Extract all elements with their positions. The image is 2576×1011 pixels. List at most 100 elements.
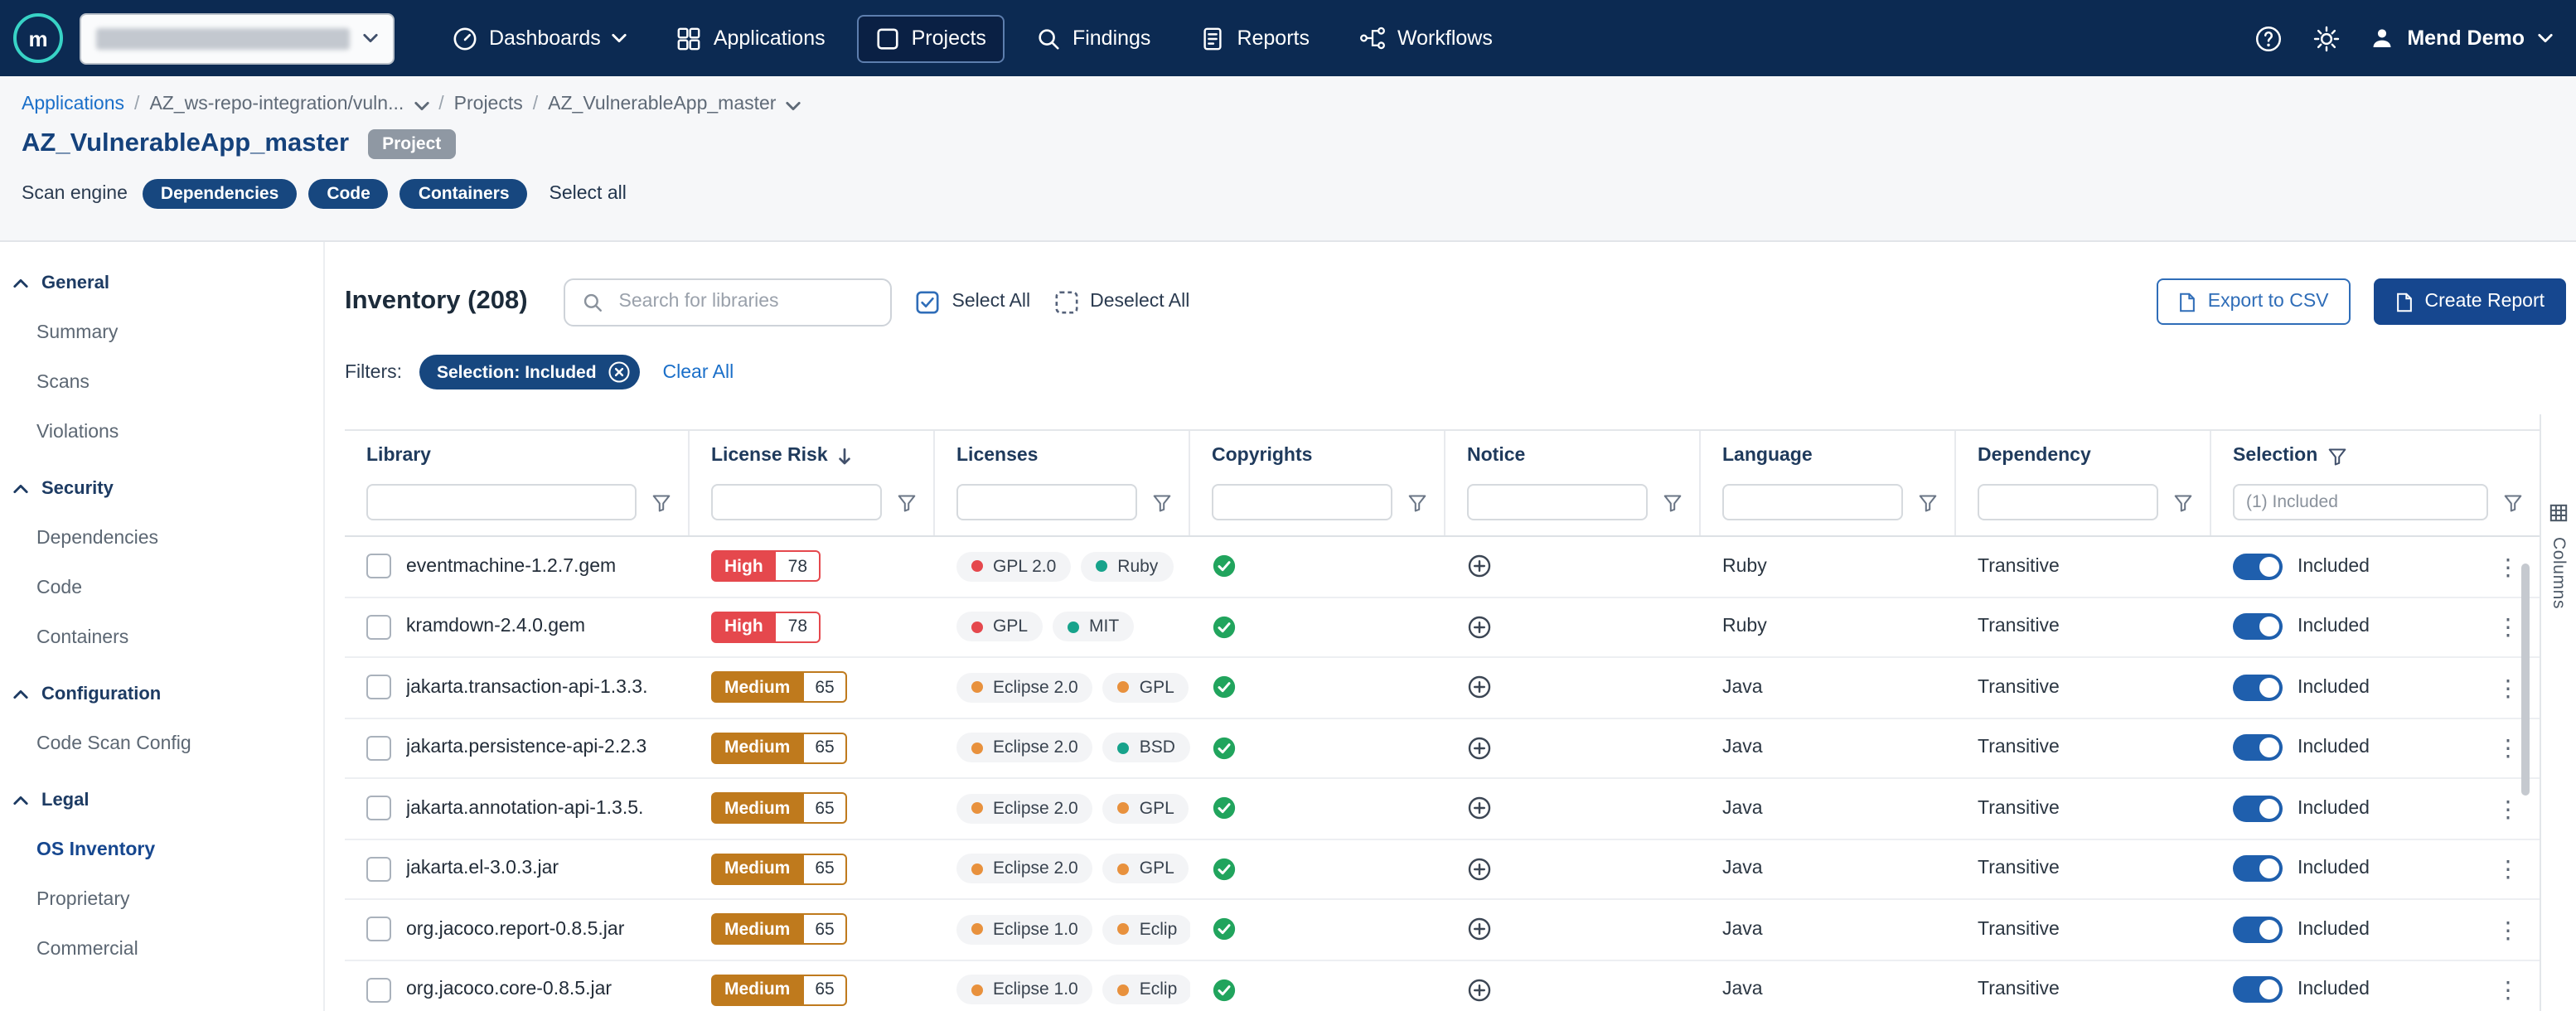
license-chip[interactable]: MIT: [1053, 612, 1134, 642]
column-header-language[interactable]: Language: [1701, 431, 1956, 479]
kebab-menu-icon[interactable]: ⋮: [2496, 676, 2520, 699]
copyright-check-icon[interactable]: [1212, 917, 1237, 942]
gear-icon[interactable]: [2312, 24, 2341, 52]
library-name[interactable]: org.jacoco.report-0.8.5.jar: [406, 920, 624, 940]
filter-funnel-icon[interactable]: [2503, 493, 2523, 511]
sidebar-section-header-general[interactable]: General: [0, 259, 323, 308]
notice-add-icon[interactable]: [1467, 796, 1492, 821]
sidebar-item-dependencies[interactable]: Dependencies: [0, 514, 323, 564]
column-header-notice[interactable]: Notice: [1445, 431, 1701, 479]
column-header-dependency[interactable]: Dependency: [1956, 431, 2211, 479]
license-chip[interactable]: Eclip: [1103, 975, 1190, 1005]
nav-item-findings[interactable]: Findings: [1018, 14, 1169, 62]
include-toggle[interactable]: [2233, 735, 2283, 762]
row-checkbox[interactable]: [366, 917, 391, 942]
row-checkbox[interactable]: [366, 554, 391, 579]
copyright-check-icon[interactable]: [1212, 675, 1237, 700]
filter-funnel-icon[interactable]: [651, 493, 671, 511]
copyright-check-icon[interactable]: [1212, 857, 1237, 882]
sidebar-item-containers[interactable]: Containers: [0, 613, 323, 663]
license-chip[interactable]: Eclipse 1.0: [956, 975, 1093, 1005]
kebab-menu-icon[interactable]: ⋮: [2496, 737, 2520, 760]
include-toggle[interactable]: [2233, 554, 2283, 580]
sidebar-section-header-legal[interactable]: Legal: [0, 776, 323, 825]
search-input[interactable]: [616, 290, 874, 313]
user-menu[interactable]: Mend Demo: [2370, 27, 2553, 50]
filter-funnel-icon[interactable]: [1918, 493, 1938, 511]
notice-add-icon[interactable]: [1467, 978, 1492, 1003]
notice-filter-input[interactable]: [1467, 484, 1648, 520]
notice-add-icon[interactable]: [1467, 615, 1492, 640]
select-all-button[interactable]: Select All: [916, 289, 1031, 314]
nav-item-reports[interactable]: Reports: [1182, 14, 1328, 62]
breadcrumb-item-projects[interactable]: Projects: [454, 94, 523, 114]
selection-filter-input[interactable]: [2233, 484, 2488, 520]
kebab-menu-icon[interactable]: ⋮: [2496, 616, 2520, 639]
kebab-menu-icon[interactable]: ⋮: [2496, 555, 2520, 578]
sort-desc-icon[interactable]: [838, 447, 853, 465]
chevron-down-icon[interactable]: [414, 100, 429, 110]
notice-add-icon[interactable]: [1467, 554, 1492, 579]
nav-item-projects[interactable]: Projects: [857, 14, 1005, 62]
breadcrumb-item-applications[interactable]: Applications: [22, 94, 124, 114]
chevron-down-icon[interactable]: [786, 100, 801, 110]
filter-funnel-icon[interactable]: [2173, 493, 2193, 511]
library-name[interactable]: jakarta.annotation-api-1.3.5.: [406, 799, 643, 819]
table-scrollbar[interactable]: [2521, 564, 2530, 796]
app-selector-dropdown[interactable]: [80, 12, 395, 64]
sidebar-item-summary[interactable]: Summary: [0, 308, 323, 358]
copyrights-filter-input[interactable]: [1212, 484, 1392, 520]
help-icon[interactable]: [2254, 24, 2283, 52]
breadcrumb-item-az-ws-repo-integration-vuln[interactable]: AZ_ws-repo-integration/vuln...: [149, 94, 404, 114]
row-checkbox[interactable]: [366, 796, 391, 821]
sidebar-item-commercial[interactable]: Commercial: [0, 925, 323, 975]
license-chip[interactable]: Eclipse 2.0: [956, 854, 1093, 884]
copyright-check-icon[interactable]: [1212, 615, 1237, 640]
create-report-button[interactable]: Create Report: [2374, 278, 2566, 325]
sidebar-item-violations[interactable]: Violations: [0, 408, 323, 457]
sidebar-item-proprietary[interactable]: Proprietary: [0, 875, 323, 925]
license-chip[interactable]: Eclipse 2.0: [956, 794, 1093, 824]
copyright-check-icon[interactable]: [1212, 796, 1237, 821]
sidebar-item-code[interactable]: Code: [0, 564, 323, 613]
include-toggle[interactable]: [2233, 614, 2283, 641]
filter-funnel-icon[interactable]: [1663, 493, 1683, 511]
license-chip[interactable]: GPL: [1103, 794, 1189, 824]
row-checkbox[interactable]: [366, 736, 391, 761]
sidebar-section-header-configuration[interactable]: Configuration: [0, 670, 323, 719]
notice-add-icon[interactable]: [1467, 917, 1492, 942]
select-all-engines-link[interactable]: Select all: [550, 184, 627, 204]
scan-engine-pill-code[interactable]: Code: [308, 179, 389, 209]
remove-filter-icon[interactable]: [608, 361, 630, 383]
filter-funnel-icon[interactable]: [2327, 447, 2347, 465]
sidebar-item-scans[interactable]: Scans: [0, 358, 323, 408]
copyright-check-icon[interactable]: [1212, 554, 1237, 579]
scan-engine-pill-containers[interactable]: Containers: [400, 179, 528, 209]
deselect-all-button[interactable]: Deselect All: [1053, 289, 1189, 314]
license-chip[interactable]: GPL: [1103, 673, 1189, 703]
filter-chip[interactable]: Selection: Included: [419, 355, 640, 389]
row-checkbox[interactable]: [366, 857, 391, 882]
column-header-selection[interactable]: Selection: [2211, 431, 2540, 479]
license-chip[interactable]: GPL 2.0: [956, 552, 1071, 582]
row-checkbox[interactable]: [366, 978, 391, 1003]
include-toggle[interactable]: [2233, 796, 2283, 822]
export-csv-button[interactable]: Export to CSV: [2157, 278, 2351, 325]
include-toggle[interactable]: [2233, 856, 2283, 883]
clear-all-filters-link[interactable]: Clear All: [663, 362, 734, 382]
license-chip[interactable]: Eclipse 1.0: [956, 915, 1093, 945]
copyright-check-icon[interactable]: [1212, 736, 1237, 761]
kebab-menu-icon[interactable]: ⋮: [2496, 979, 2520, 1002]
license-risk-filter-input[interactable]: [711, 484, 882, 520]
breadcrumb-item-az-vulnerableapp-master[interactable]: AZ_VulnerableApp_master: [548, 94, 776, 114]
kebab-menu-icon[interactable]: ⋮: [2496, 918, 2520, 941]
include-toggle[interactable]: [2233, 977, 2283, 1004]
notice-add-icon[interactable]: [1467, 675, 1492, 700]
filter-funnel-icon[interactable]: [1152, 493, 1172, 511]
nav-item-workflows[interactable]: Workflows: [1341, 15, 1511, 61]
license-chip[interactable]: Ruby: [1081, 552, 1173, 582]
row-checkbox[interactable]: [366, 675, 391, 700]
column-header-license-risk[interactable]: License Risk: [690, 431, 935, 479]
nav-item-applications[interactable]: Applications: [659, 14, 844, 62]
column-header-copyrights[interactable]: Copyrights: [1190, 431, 1445, 479]
